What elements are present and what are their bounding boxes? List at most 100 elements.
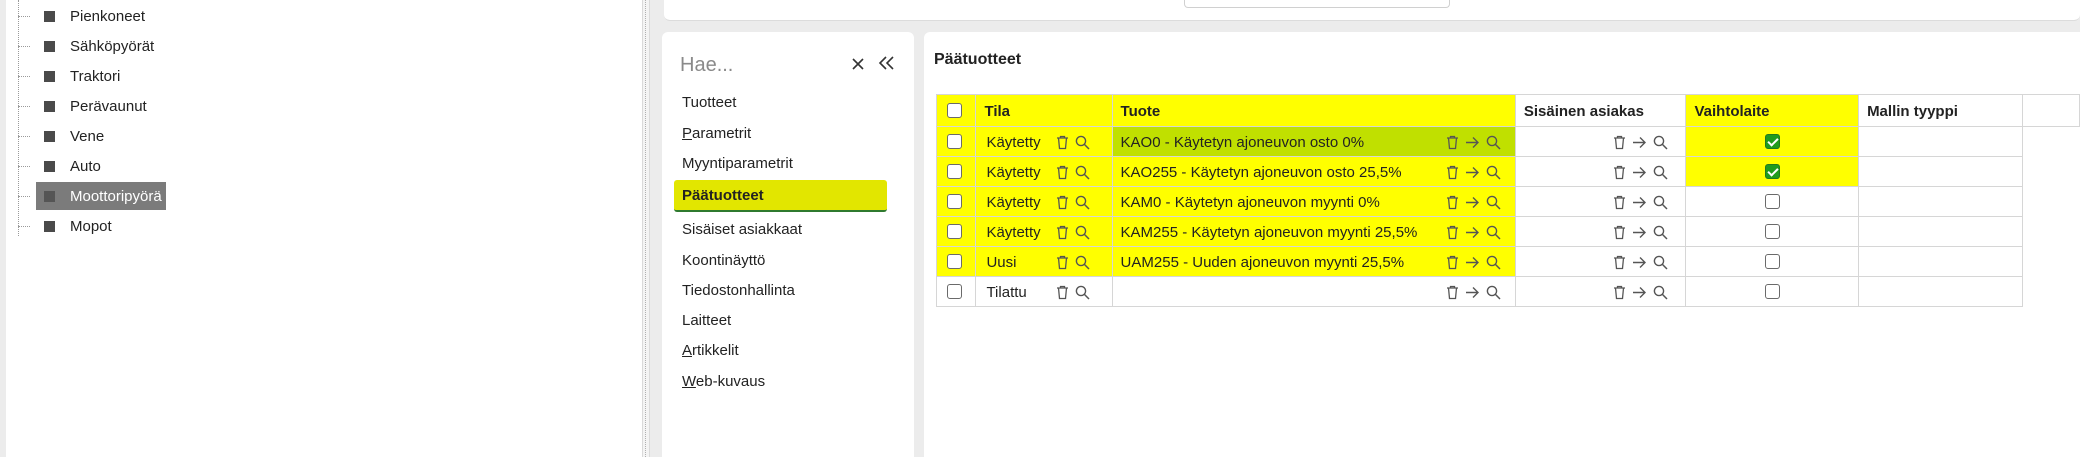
search-icon[interactable] (1653, 225, 1668, 240)
trash-icon[interactable] (1613, 255, 1626, 270)
table-row[interactable]: Tilattu (935, 276, 2080, 307)
nav-item[interactable]: Web-kuvaus (682, 373, 765, 397)
search-icon[interactable] (1653, 135, 1668, 150)
cell-sisainen-asiakas[interactable] (1514, 186, 1687, 217)
search-icon[interactable] (1075, 135, 1090, 150)
nav-item[interactable]: Artikkelit (682, 342, 739, 366)
tree-item[interactable]: Pienkoneet (6, 2, 606, 30)
cell-sisainen-asiakas[interactable] (1514, 126, 1687, 157)
cell-tila[interactable]: Uusi (975, 246, 1113, 277)
table-row[interactable]: Käytetty KAO255 - Käytetyn ajoneuvon osto… (935, 156, 2080, 187)
cell-vaihtolaite[interactable] (1685, 186, 1860, 217)
table-row[interactable]: Uusi UAM255 - Uuden ajoneuvon myynti 25,5… (935, 246, 2080, 277)
cell-tila[interactable]: Käytetty (975, 216, 1113, 247)
trash-icon[interactable] (1613, 225, 1626, 240)
panel-splitter[interactable] (642, 0, 650, 457)
row-checkbox[interactable] (947, 164, 962, 179)
trash-icon[interactable] (1613, 195, 1626, 210)
cell-mallin-tyyppi[interactable] (1858, 216, 2023, 247)
arrow-right-icon[interactable] (1632, 286, 1647, 299)
row-checkbox[interactable] (947, 194, 962, 209)
arrow-right-icon[interactable] (1632, 196, 1647, 209)
search-icon[interactable] (1486, 165, 1501, 180)
arrow-right-icon[interactable] (1632, 166, 1647, 179)
nav-item[interactable]: Tuotteet (682, 94, 736, 118)
arrow-right-icon[interactable] (1632, 226, 1647, 239)
row-select-cell[interactable] (935, 246, 977, 277)
search-icon[interactable] (1075, 225, 1090, 240)
trash-icon[interactable] (1613, 165, 1626, 180)
nav-item[interactable]: Koontinäyttö (682, 252, 765, 276)
row-checkbox[interactable] (947, 284, 962, 299)
cell-vaihtolaite[interactable] (1685, 126, 1860, 157)
tree-item[interactable]: Moottoripyörä (6, 182, 606, 210)
cell-mallin-tyyppi[interactable] (1858, 186, 2023, 217)
column-header-mallin-tyyppi[interactable]: Mallin tyyppi (1858, 94, 2023, 127)
arrow-right-icon[interactable] (1632, 136, 1647, 149)
top-search-field[interactable] (1184, 0, 1450, 8)
row-checkbox[interactable] (947, 224, 962, 239)
row-select-cell[interactable] (935, 156, 977, 187)
cell-mallin-tyyppi[interactable] (1858, 126, 2023, 157)
vaihtolaite-checkbox[interactable] (1765, 254, 1781, 269)
column-header-sisainen-asiakas[interactable]: Sisäinen asiakas (1514, 94, 1687, 127)
row-checkbox[interactable] (947, 134, 962, 149)
nav-item[interactable]: Sisäiset asiakkaat (682, 221, 802, 245)
table-row[interactable]: Käytetty KAO0 - Käytetyn ajoneuvon osto 0… (935, 126, 2080, 157)
search-icon[interactable] (1486, 225, 1501, 240)
trash-icon[interactable] (1056, 165, 1069, 180)
search-icon[interactable] (1075, 255, 1090, 270)
nav-item[interactable]: Parametrit (682, 125, 751, 149)
trash-icon[interactable] (1613, 135, 1626, 150)
cell-tila[interactable]: Tilattu (975, 276, 1113, 307)
cell-mallin-tyyppi[interactable] (1858, 156, 2023, 187)
cell-sisainen-asiakas[interactable] (1514, 246, 1687, 277)
row-select-cell[interactable] (935, 276, 977, 307)
vaihtolaite-checkbox[interactable] (1765, 194, 1781, 209)
close-icon[interactable] (848, 52, 868, 76)
search-icon[interactable] (1653, 255, 1668, 270)
arrow-right-icon[interactable] (1465, 256, 1480, 269)
trash-icon[interactable] (1446, 255, 1459, 270)
arrow-right-icon[interactable] (1465, 196, 1480, 209)
cell-tila[interactable]: Käytetty (975, 126, 1113, 157)
tree-item[interactable]: Mopot (6, 212, 606, 240)
search-icon[interactable] (1486, 195, 1501, 210)
vaihtolaite-checkbox[interactable] (1765, 284, 1781, 299)
column-header-tuote[interactable]: Tuote (1111, 94, 1516, 127)
nav-item[interactable]: Päätuotteet (674, 180, 887, 212)
cell-vaihtolaite[interactable] (1685, 216, 1860, 247)
search-icon[interactable] (1075, 195, 1090, 210)
arrow-right-icon[interactable] (1632, 256, 1647, 269)
search-icon[interactable] (1653, 165, 1668, 180)
row-select-cell[interactable] (935, 216, 977, 247)
cell-tuote[interactable]: KAO255 - Käytetyn ajoneuvon osto 25,5% (1111, 156, 1516, 187)
cell-mallin-tyyppi[interactable] (1858, 246, 2023, 277)
cell-sisainen-asiakas[interactable] (1514, 276, 1687, 307)
table-row[interactable]: Käytetty KAM255 - Käytetyn ajoneuvon myyn… (935, 216, 2080, 247)
nav-search-input[interactable] (680, 52, 860, 78)
vaihtolaite-checkbox[interactable] (1765, 134, 1781, 149)
cell-tuote[interactable]: KAM255 - Käytetyn ajoneuvon myynti 25,5% (1111, 216, 1516, 247)
row-select-cell[interactable] (935, 186, 977, 217)
arrow-right-icon[interactable] (1465, 166, 1480, 179)
trash-icon[interactable] (1446, 135, 1459, 150)
trash-icon[interactable] (1446, 165, 1459, 180)
tree-item[interactable]: Traktori (6, 62, 606, 90)
search-icon[interactable] (1486, 135, 1501, 150)
double-chevron-left-icon[interactable] (876, 50, 898, 76)
search-icon[interactable] (1653, 285, 1668, 300)
cell-sisainen-asiakas[interactable] (1514, 216, 1687, 247)
column-header-vaihtolaite[interactable]: Vaihtolaite (1685, 94, 1860, 127)
search-icon[interactable] (1075, 285, 1090, 300)
trash-icon[interactable] (1613, 285, 1626, 300)
select-all-cell[interactable] (935, 94, 977, 127)
select-all-checkbox[interactable] (947, 103, 962, 118)
trash-icon[interactable] (1056, 285, 1069, 300)
trash-icon[interactable] (1446, 225, 1459, 240)
cell-vaihtolaite[interactable] (1685, 246, 1860, 277)
trash-icon[interactable] (1056, 225, 1069, 240)
column-header-tila[interactable]: Tila (975, 94, 1113, 127)
cell-mallin-tyyppi[interactable] (1858, 276, 2023, 307)
cell-tuote[interactable] (1111, 276, 1516, 307)
